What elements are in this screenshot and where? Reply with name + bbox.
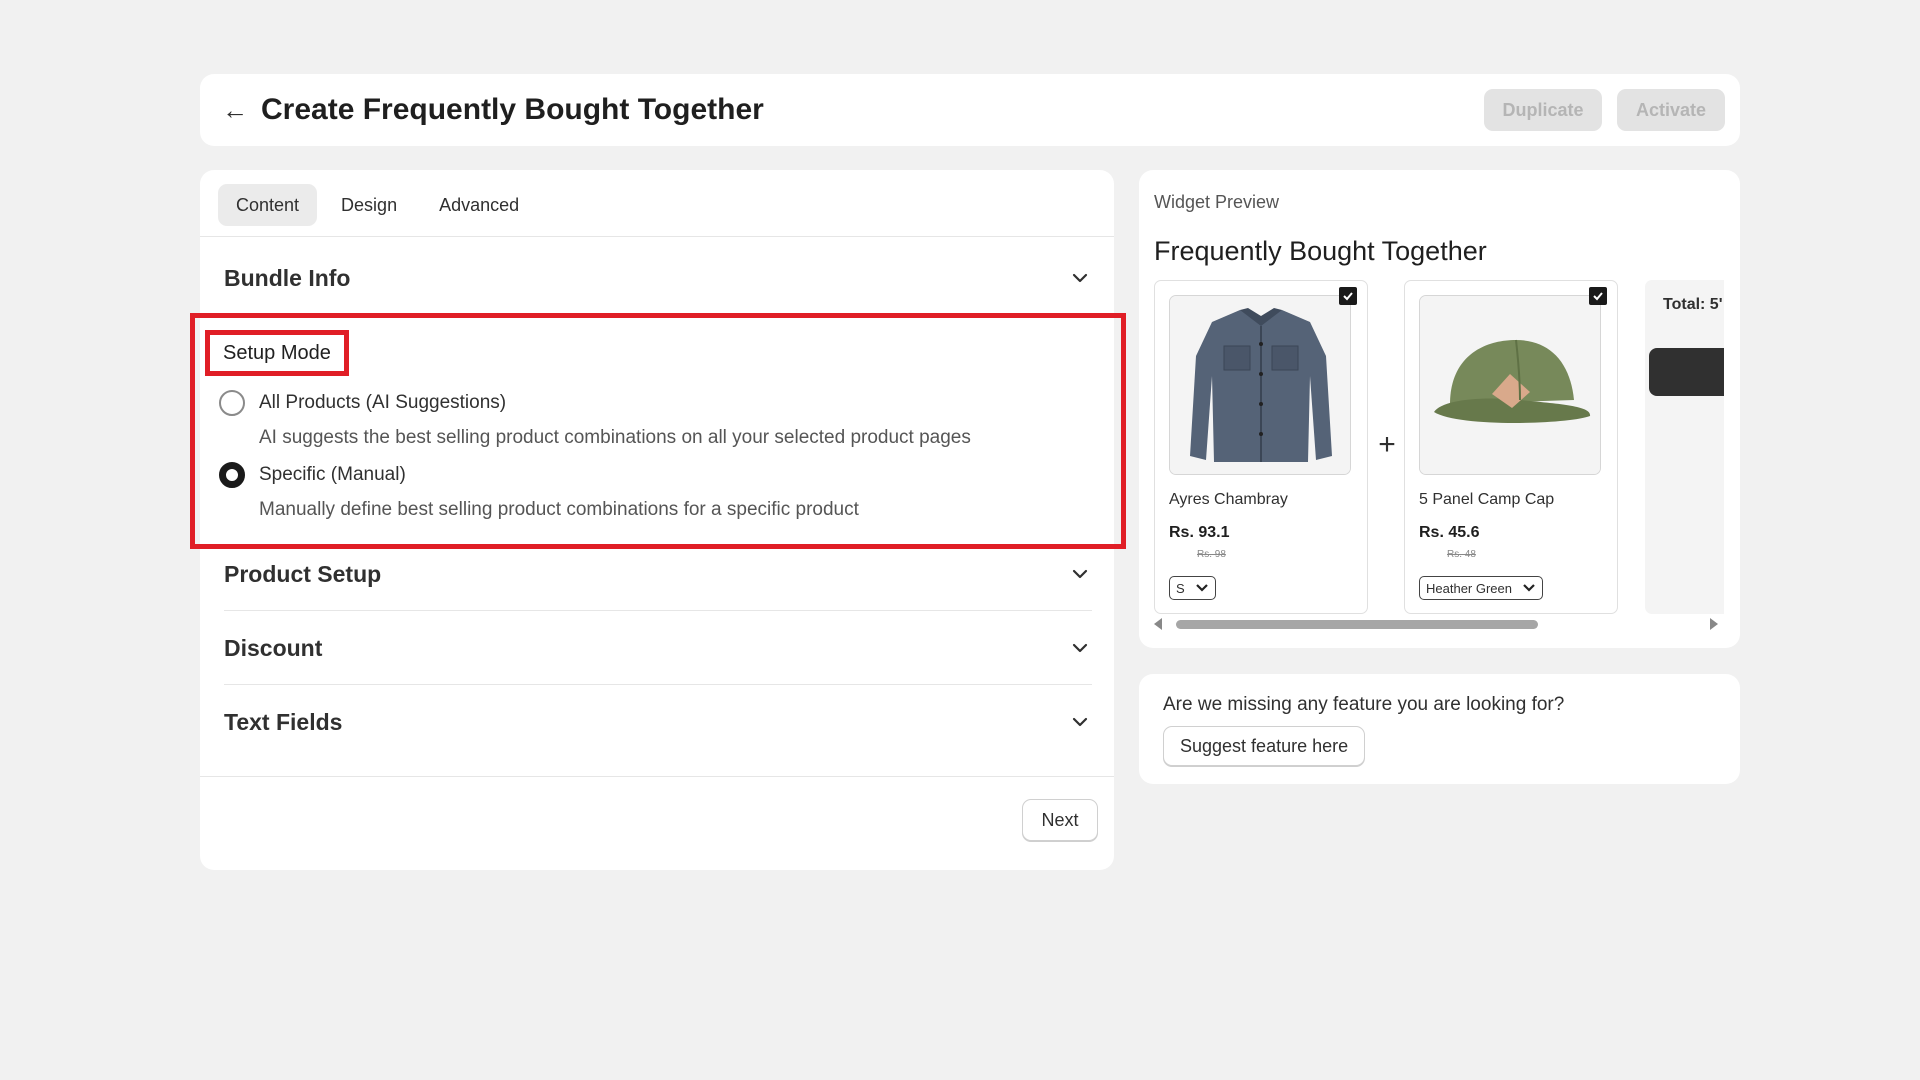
widget-preview-title: Frequently Bought Together (1154, 236, 1487, 266)
product-image-shirt (1169, 295, 1351, 475)
widget-preview-panel: Widget Preview Frequently Bought Togethe… (1139, 170, 1740, 648)
product-price: Rs. 45.6 (1419, 524, 1480, 541)
section-text-fields[interactable]: Text Fields (224, 686, 1092, 758)
horizontal-scrollbar[interactable] (1176, 620, 1697, 629)
section-discount[interactable]: Discount (224, 612, 1092, 684)
total-box: Total: 5' (1645, 280, 1724, 614)
arrow-left-icon[interactable]: ← (222, 96, 248, 124)
total-label: Total: 5' (1663, 296, 1723, 313)
radio-button-checked[interactable] (219, 462, 245, 488)
tab-content[interactable]: Content (218, 184, 318, 226)
radio-specific-manual[interactable]: Specific (Manual) (219, 462, 406, 488)
section-title: Bundle Info (224, 264, 351, 291)
tab-bar: Content Design Advanced (218, 184, 537, 226)
product-image-cap (1419, 295, 1601, 475)
variant-value: S (1176, 580, 1185, 596)
variant-select[interactable]: S (1169, 576, 1216, 600)
add-to-cart-button[interactable] (1649, 348, 1724, 396)
chevron-down-icon (1072, 273, 1088, 283)
product-old-price: Rs. 48 (1447, 549, 1476, 560)
chevron-down-icon (1072, 643, 1088, 653)
product-card: Ayres Chambray Rs. 93.1 Rs. 98 S (1154, 280, 1368, 614)
scroll-right-arrow-icon[interactable] (1710, 618, 1718, 630)
radio-label: All Products (AI Suggestions) (259, 392, 507, 413)
product-price: Rs. 93.1 (1169, 524, 1230, 541)
radio-description: Manually define best selling product com… (259, 499, 859, 520)
check-icon (1593, 292, 1603, 301)
section-title: Discount (224, 634, 323, 661)
chevron-down-icon (1072, 569, 1088, 579)
variant-value: Heather Green (1426, 580, 1512, 596)
product-name: 5 Panel Camp Cap (1419, 491, 1555, 508)
chevron-down-icon (1072, 717, 1088, 727)
product-checkbox[interactable] (1589, 287, 1607, 305)
activate-button[interactable]: Activate (1617, 89, 1725, 131)
section-title: Product Setup (224, 560, 382, 587)
product-old-price: Rs. 98 (1197, 549, 1226, 560)
shirt-icon (1170, 296, 1350, 474)
feedback-panel: Are we missing any feature you are looki… (1139, 674, 1740, 784)
section-divider (224, 684, 1092, 685)
page-title: Create Frequently Bought Together (261, 93, 764, 126)
setup-mode-label: Setup Mode (205, 330, 349, 376)
radio-all-products[interactable]: All Products (AI Suggestions) (219, 390, 506, 416)
product-card: 5 Panel Camp Cap Rs. 45.6 Rs. 48 Heather… (1404, 280, 1618, 614)
section-product-setup[interactable]: Product Setup (224, 538, 1092, 610)
section-bundle-info[interactable]: Bundle Info (224, 242, 1092, 314)
page-header: ← Create Frequently Bought Together Dupl… (200, 74, 1740, 146)
chevron-down-icon (1195, 584, 1208, 592)
tab-design[interactable]: Design (323, 184, 415, 226)
chevron-down-icon (1523, 584, 1535, 592)
tab-advanced[interactable]: Advanced (421, 184, 537, 226)
duplicate-button[interactable]: Duplicate (1484, 89, 1602, 131)
check-icon (1343, 292, 1353, 301)
variant-select[interactable]: Heather Green (1419, 576, 1543, 600)
radio-description: AI suggests the best selling product com… (259, 427, 971, 448)
product-checkbox[interactable] (1339, 287, 1357, 305)
radio-label: Specific (Manual) (259, 464, 406, 485)
cap-icon (1420, 296, 1600, 474)
next-button[interactable]: Next (1022, 799, 1098, 841)
footer-divider (200, 776, 1114, 777)
widget-preview-label: Widget Preview (1154, 192, 1280, 212)
tab-divider (200, 236, 1114, 237)
scrollbar-thumb[interactable] (1176, 620, 1538, 629)
product-strip: Ayres Chambray Rs. 93.1 Rs. 98 S + 5 Pan… (1154, 280, 1724, 616)
feedback-question: Are we missing any feature you are looki… (1163, 694, 1565, 715)
plus-icon: + (1378, 428, 1396, 461)
suggest-feature-button[interactable]: Suggest feature here (1163, 726, 1366, 766)
section-title: Text Fields (224, 708, 343, 735)
scroll-left-arrow-icon[interactable] (1154, 618, 1162, 630)
setup-mode-highlight: Setup Mode All Products (AI Suggestions)… (190, 313, 1126, 549)
radio-button[interactable] (219, 390, 245, 416)
product-name: Ayres Chambray (1169, 491, 1288, 508)
content-panel: Content Design Advanced Bundle Info Setu… (190, 170, 1126, 870)
section-divider (224, 610, 1092, 611)
